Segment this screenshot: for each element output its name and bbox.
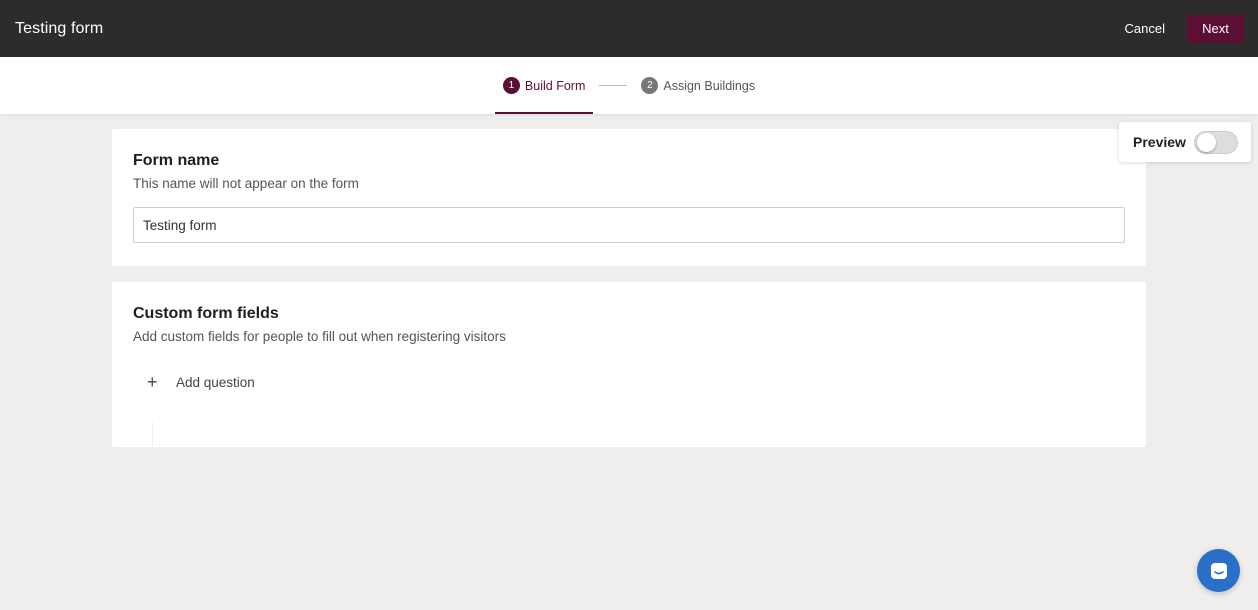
step-number: 1 (502, 77, 520, 94)
form-name-subtitle: This name will not appear on the form (133, 176, 359, 191)
step-label: Assign Buildings (663, 78, 756, 93)
chat-icon (1210, 562, 1227, 579)
next-button[interactable]: Next (1187, 14, 1244, 43)
stepper: 1 Build Form 2 Assign Buildings (494, 57, 763, 114)
step-build-form[interactable]: 1 Build Form (494, 57, 594, 114)
top-actions: Cancel Next (1121, 14, 1244, 43)
preview-panel: Preview (1119, 122, 1251, 162)
preview-label: Preview (1133, 134, 1186, 150)
add-question-button[interactable]: + Add question (147, 372, 1125, 392)
question-guide-line (152, 422, 153, 446)
page-title: Testing form (15, 19, 104, 37)
step-assign-buildings[interactable]: 2 Assign Buildings (633, 57, 763, 114)
top-bar: Testing form Cancel Next (0, 0, 1258, 57)
toggle-knob (1196, 132, 1216, 152)
step-label: Build Form (524, 78, 586, 93)
form-name-title: Form name (133, 152, 220, 169)
cancel-button[interactable]: Cancel (1121, 15, 1169, 42)
form-name-input[interactable] (133, 207, 1125, 243)
form-name-card: Form name This name will not appear on t… (112, 129, 1146, 266)
preview-toggle[interactable] (1193, 130, 1238, 154)
add-question-label: Add question (176, 374, 255, 390)
custom-fields-card: Custom form fields Add custom fields for… (112, 282, 1146, 447)
plus-icon: + (147, 372, 158, 392)
step-number: 2 (641, 77, 659, 94)
chat-button[interactable] (1197, 549, 1240, 592)
step-connector (599, 85, 628, 86)
custom-fields-title: Custom form fields (133, 305, 279, 322)
stepper-bar: 1 Build Form 2 Assign Buildings (0, 57, 1258, 114)
custom-fields-subtitle: Add custom fields for people to fill out… (133, 329, 506, 344)
